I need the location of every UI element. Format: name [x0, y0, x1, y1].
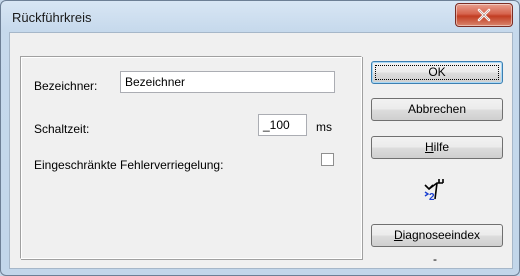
bezeichner-label: Bezeichner:	[34, 79, 98, 93]
diagnoseeindex-button-label: Diagnoseeindex	[393, 228, 481, 242]
schaltzeit-label: Schaltzeit:	[34, 122, 90, 136]
svg-text:2: 2	[429, 192, 435, 203]
fehlerverriegelung-label: Eingeschränkte Fehlerverriegelung:	[34, 158, 224, 172]
diagnoseeindex-button[interactable]: Diagnoseeindex	[371, 224, 503, 247]
help-button[interactable]: Hilfe	[371, 136, 503, 159]
cancel-button[interactable]: Abbrechen	[371, 98, 503, 121]
title-bar[interactable]: Rückführkreis	[1, 1, 519, 31]
feedback-circuit-icon: 2	[424, 179, 444, 203]
close-icon	[477, 8, 491, 22]
fehlerverriegelung-checkbox[interactable]	[321, 153, 334, 166]
schaltzeit-unit: ms	[316, 120, 332, 134]
ok-button[interactable]: OK	[371, 61, 503, 84]
close-button[interactable]	[455, 3, 513, 27]
schaltzeit-input[interactable]: _100	[258, 114, 307, 136]
cancel-button-label: Abbrechen	[407, 102, 467, 116]
bezeichner-input[interactable]: Bezeichner	[120, 71, 335, 93]
focus-rectangle	[375, 65, 499, 80]
dialog-window: Rückführkreis Bezeichner: Bezeichner Sch…	[0, 0, 520, 276]
dialog-client-area: Bezeichner: Bezeichner Schaltzeit: _100 …	[9, 32, 513, 269]
window-title: Rückführkreis	[12, 10, 92, 25]
help-button-label: Hilfe	[424, 140, 449, 154]
diagnose-status: -	[433, 252, 437, 266]
